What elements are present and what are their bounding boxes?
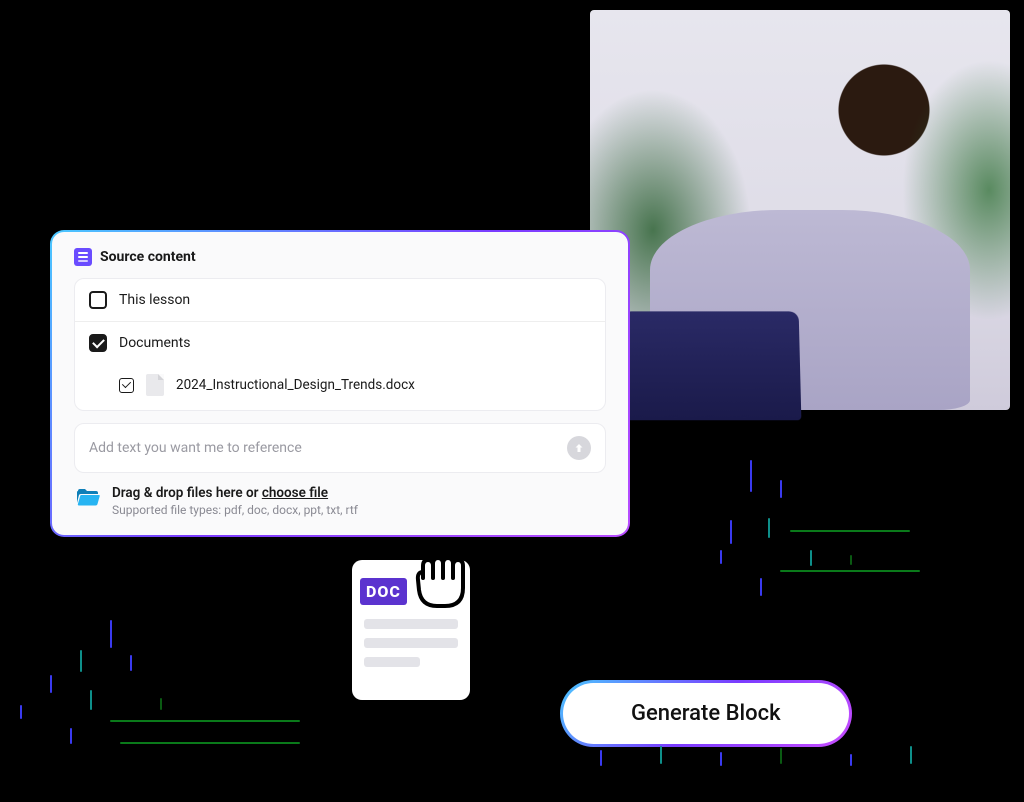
source-options: This lesson Documents 2024_Instructional…: [74, 278, 606, 411]
source-content-icon: [74, 248, 92, 266]
generate-block-button[interactable]: Generate Block: [560, 680, 852, 747]
option-this-lesson[interactable]: This lesson: [75, 279, 605, 322]
doc-line: [364, 657, 420, 667]
checkbox-this-lesson[interactable]: [89, 291, 107, 309]
file-dropzone[interactable]: Drag & drop files here or choose file Su…: [74, 483, 606, 517]
checkbox-documents[interactable]: [89, 334, 107, 352]
doc-line: [364, 619, 458, 629]
doc-badge: DOC: [360, 578, 407, 605]
panel-title: Source content: [100, 249, 196, 265]
reference-input[interactable]: Add text you want me to reference: [74, 423, 606, 473]
choose-file-link[interactable]: choose file: [262, 485, 328, 501]
grab-cursor-icon: [405, 548, 475, 616]
dropzone-text-group: Drag & drop files here or choose file Su…: [112, 485, 358, 517]
panel-inner: Source content This lesson Documents 202…: [52, 232, 628, 535]
dropzone-supported: Supported file types: pdf, doc, docx, pp…: [112, 503, 358, 517]
folder-open-icon: [76, 487, 100, 507]
option-label: Documents: [119, 335, 190, 351]
decorative-ticks: [720, 460, 920, 610]
source-content-panel: Source content This lesson Documents 202…: [50, 230, 630, 537]
file-name: 2024_Instructional_Design_Trends.docx: [176, 377, 415, 393]
option-documents[interactable]: Documents: [75, 322, 605, 364]
arrow-up-icon: [573, 442, 585, 454]
decorative-ticks: [20, 620, 300, 770]
file-row[interactable]: 2024_Instructional_Design_Trends.docx: [75, 364, 605, 410]
checkbox-file[interactable]: [119, 378, 134, 393]
reference-placeholder: Add text you want me to reference: [89, 440, 302, 456]
doc-line: [364, 638, 458, 648]
option-label: This lesson: [119, 292, 190, 308]
panel-header: Source content: [74, 248, 606, 266]
dropzone-text: Drag & drop files here or choose file: [112, 485, 358, 501]
generate-block-label: Generate Block: [563, 683, 849, 744]
submit-reference-button[interactable]: [567, 436, 591, 460]
hero-laptop: [619, 311, 802, 420]
file-icon: [146, 374, 164, 396]
option-documents-group: Documents 2024_Instructional_Design_Tren…: [75, 322, 605, 410]
